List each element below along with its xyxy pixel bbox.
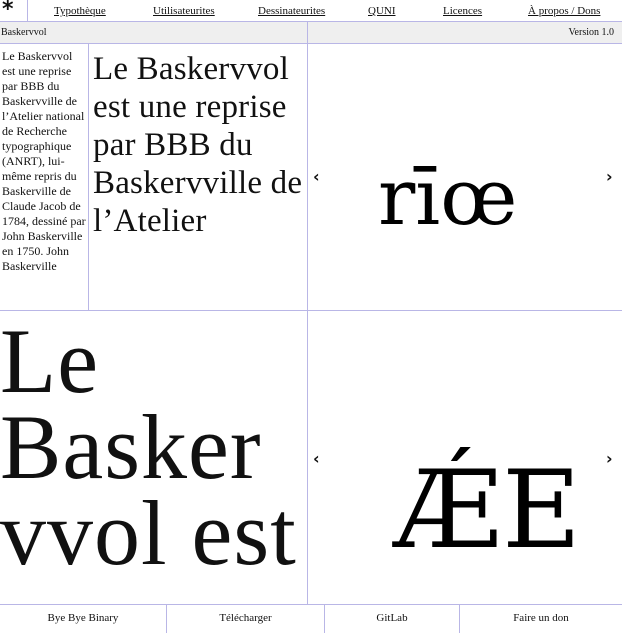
specimen-small-panel: Le Baskervvol est une reprise par BBB du… [0,49,88,310]
footer-link-gitlab[interactable]: GitLab [325,605,459,633]
specimen-medium-panel: Le Baskervvol est une reprise par BBB du… [89,50,307,310]
chevron-left-icon[interactable]: ‹ [313,167,320,186]
specimen-medium-text[interactable]: Le Baskervvol est une reprise par BBB du… [89,50,307,240]
footer-link-telecharger[interactable]: Télécharger [167,605,324,633]
footer: Bye Bye Binary Télécharger GitLab Faire … [0,604,622,633]
nav-link-dessinateurites[interactable]: Dessinateurites [258,5,325,17]
nav-link-licences[interactable]: Licences [443,5,482,17]
nav-link-a-propos[interactable]: À propos / Dons [528,5,600,17]
chevron-left-icon[interactable]: ‹ [313,449,320,468]
divider [27,0,28,22]
glyph-display: rīœ [378,153,518,243]
asterisk-logo-icon[interactable]: * [2,0,24,21]
specimen-large-panel: Le Basker vvol est une [0,318,307,604]
footer-link-bye-bye-binary[interactable]: Bye Bye Binary [0,605,166,633]
specimen-small-text[interactable]: Le Baskervvol est une reprise par BBB du… [0,49,88,274]
nav-link-typotheque[interactable]: Typothèque [54,5,106,17]
glyph-viewer: ‹ rīœ › [308,45,622,310]
glyph-display: ǼE [394,448,581,573]
nav-link-quni[interactable]: QUNI [368,5,396,17]
top-navigation: * Typothèque Utilisateurites Dessinateur… [0,0,622,22]
footer-link-faire-un-don[interactable]: Faire un don [460,605,622,633]
glyph-viewer: ‹ ǼE › [308,311,622,604]
chevron-right-icon[interactable]: › [606,167,613,186]
specimen-large-text[interactable]: Le Basker vvol est une [0,318,307,604]
nav-link-utilisateurites[interactable]: Utilisateurites [153,5,215,17]
font-name: Baskervvol [1,27,47,38]
chevron-right-icon[interactable]: › [606,449,613,468]
font-version: Version 1.0 [568,27,614,38]
divider [307,22,308,44]
font-title-bar: Baskervvol Version 1.0 [0,22,622,44]
